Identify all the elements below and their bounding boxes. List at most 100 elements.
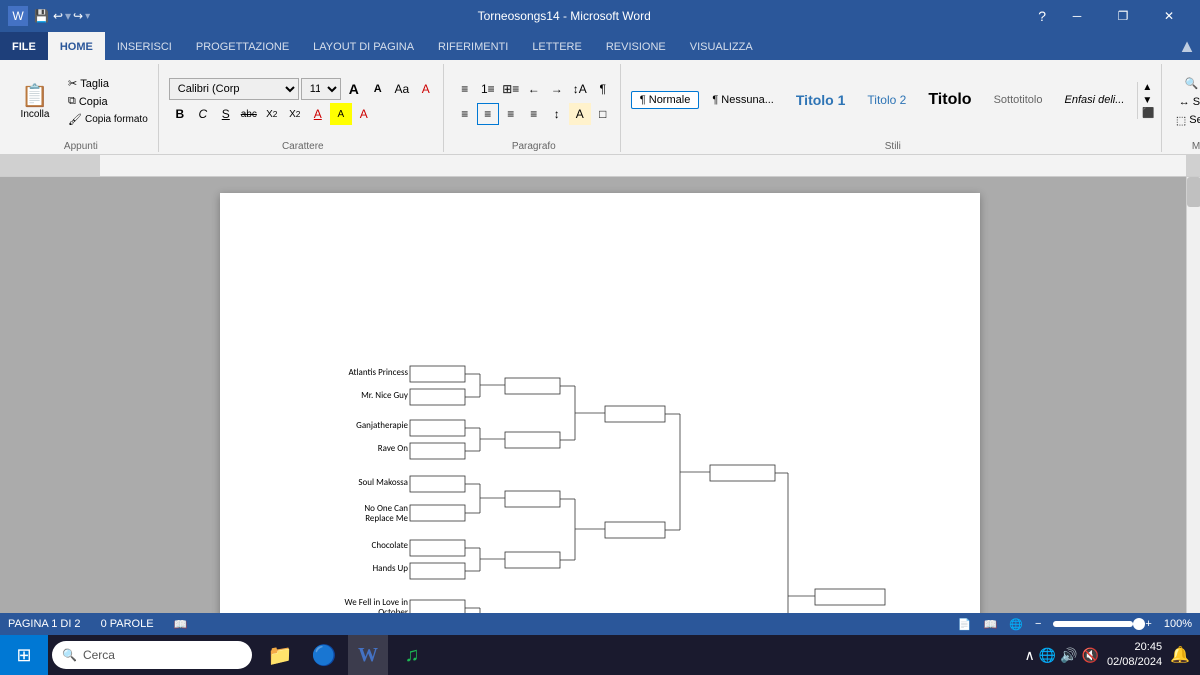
borders-button[interactable]: □ — [592, 103, 614, 125]
taskbar: ⊞ 🔍 Cerca 📁 🔵 W ♫ ∧ 🌐 🔊 🔇 20:45 02/08/20… — [0, 635, 1200, 675]
ruler — [0, 155, 1200, 177]
font-grow-button[interactable]: A — [343, 78, 365, 100]
r2-box-2 — [505, 432, 560, 448]
word-window: W 💾 ↩ ▾ ↪ ▾ Torneosongs14 - Microsoft Wo… — [0, 0, 1200, 635]
tab-lettere[interactable]: LETTERE — [520, 32, 594, 62]
taskbar-clock[interactable]: 20:45 02/08/2024 — [1107, 640, 1162, 671]
r1-box-3a — [410, 476, 465, 492]
tab-file[interactable]: FILE — [0, 32, 48, 62]
undo-dropdown-icon[interactable]: ▾ — [65, 9, 71, 23]
redo-icon[interactable]: ↪ — [73, 9, 83, 23]
justify-button[interactable]: ≡ — [523, 103, 545, 125]
language-icon: 📖 — [174, 618, 188, 631]
scrollbar-thumb[interactable] — [1187, 177, 1200, 207]
word-count: 0 PAROLE — [101, 618, 154, 630]
clear-format-button[interactable]: A — [415, 78, 437, 100]
web-view-icon[interactable]: 🌐 — [1009, 618, 1023, 631]
minimize-button[interactable]: ─ — [1054, 0, 1100, 32]
chevron-up-icon[interactable]: ∧ — [1024, 647, 1034, 664]
network-icon[interactable]: 🌐 — [1039, 647, 1056, 664]
style-normal[interactable]: ¶ Normale — [631, 91, 700, 109]
bullets-button[interactable]: ≡ — [454, 78, 476, 100]
tab-home[interactable]: HOME — [48, 32, 105, 62]
replace-button[interactable]: ↔ Sostituisci — [1175, 94, 1200, 110]
find-button[interactable]: 🔍 Trova ▾ — [1181, 75, 1200, 92]
volume-icon[interactable]: 🔊 — [1060, 647, 1077, 664]
close-button[interactable]: ✕ — [1146, 0, 1192, 32]
print-layout-icon[interactable]: 📄 — [958, 618, 972, 631]
styles-up-button[interactable]: ▲ — [1142, 82, 1154, 93]
multilevel-button[interactable]: ⊞≡ — [500, 78, 522, 100]
entry-1: Atlantis Princess — [349, 367, 409, 378]
format-painter-label: Copia formato — [85, 114, 148, 125]
tab-inserisci[interactable]: INSERISCI — [105, 32, 184, 62]
underline-button[interactable]: S — [215, 103, 237, 125]
help-icon[interactable]: ? — [1038, 8, 1046, 24]
paste-button[interactable]: 📋 Incolla — [10, 69, 60, 134]
superscript-button[interactable]: X2 — [284, 103, 306, 125]
italic-button[interactable]: C — [192, 103, 214, 125]
document-page: Atlantis Princess Mr. Nice Guy Ganjather… — [220, 193, 980, 613]
taskbar-word-icon[interactable]: W — [348, 635, 388, 675]
taskbar-chrome-icon[interactable]: 🔵 — [304, 635, 344, 675]
tab-visualizza[interactable]: VISUALIZZA — [678, 32, 765, 62]
tab-revisione[interactable]: REVISIONE — [594, 32, 678, 62]
sort-button[interactable]: ↕A — [569, 78, 591, 100]
style-emphasis[interactable]: Enfasi deli... — [1055, 91, 1133, 109]
cut-button[interactable]: ✂ Taglia — [64, 75, 152, 92]
font-name-select[interactable]: Calibri (Corp — [169, 78, 299, 100]
change-case-button[interactable]: Aa — [391, 78, 413, 100]
subscript-button[interactable]: X2 — [261, 103, 283, 125]
font-color2-button[interactable]: A — [353, 103, 375, 125]
taskbar-spotify-icon[interactable]: ♫ — [392, 635, 432, 675]
line-spacing-button[interactable]: ↕ — [546, 103, 568, 125]
zoom-out-button[interactable]: − — [1035, 618, 1041, 630]
style-no-spacing[interactable]: ¶ Nessuna... — [703, 91, 783, 109]
select-button[interactable]: ⬚ Seleziona ▾ — [1172, 112, 1200, 129]
save-icon[interactable]: 💾 — [34, 9, 49, 23]
style-h2[interactable]: Titolo 2 — [858, 90, 915, 110]
word-icon: W — [8, 6, 28, 26]
align-right-button[interactable]: ≡ — [500, 103, 522, 125]
styles-more-button[interactable]: ⬛ — [1142, 108, 1154, 119]
decrease-indent-button[interactable]: ← — [523, 78, 545, 100]
font-shrink-button[interactable]: A — [367, 78, 389, 100]
font-size-select[interactable]: 11 — [301, 78, 341, 100]
read-mode-icon[interactable]: 📖 — [984, 618, 998, 631]
copy-button[interactable]: ⧉ Copia — [64, 93, 152, 110]
style-title[interactable]: Titolo — [919, 88, 980, 112]
r1-box-4a — [410, 540, 465, 556]
font-group: Calibri (Corp 11 A A Aa A B C S — [163, 64, 444, 152]
tab-riferimenti[interactable]: RIFERIMENTI — [426, 32, 520, 62]
shading-button[interactable]: A — [569, 103, 591, 125]
zoom-slider[interactable] — [1053, 621, 1133, 627]
taskbar-search[interactable]: 🔍 Cerca — [52, 641, 252, 669]
styles-down-button[interactable]: ▼ — [1142, 95, 1154, 106]
notifications-icon[interactable]: 🔔 — [1170, 645, 1190, 665]
undo-icon[interactable]: ↩ — [53, 9, 63, 23]
r1-box-1b — [410, 389, 465, 405]
zoom-handle[interactable] — [1133, 618, 1145, 630]
increase-indent-button[interactable]: → — [546, 78, 568, 100]
style-subtitle[interactable]: Sottotitolo — [985, 91, 1052, 109]
align-left-button[interactable]: ≡ — [454, 103, 476, 125]
font-color-button[interactable]: A — [307, 103, 329, 125]
style-h1[interactable]: Titolo 1 — [787, 89, 855, 111]
align-center-button[interactable]: ≡ — [477, 103, 499, 125]
strikethrough-button[interactable]: abc — [238, 103, 260, 125]
restore-button[interactable]: ❐ — [1100, 0, 1146, 32]
bold-button[interactable]: B — [169, 103, 191, 125]
show-formatting-button[interactable]: ¶ — [592, 78, 614, 100]
ribbon-collapse-icon[interactable]: ▲ — [1178, 36, 1196, 57]
speaker-icon[interactable]: 🔇 — [1082, 647, 1099, 664]
taskbar-explorer-icon[interactable]: 📁 — [260, 635, 300, 675]
scrollbar-v[interactable] — [1186, 177, 1200, 613]
start-button[interactable]: ⊞ — [0, 635, 48, 675]
numbering-button[interactable]: 1≡ — [477, 78, 499, 100]
highlight-button[interactable]: A — [330, 103, 352, 125]
clipboard-group: 📋 Incolla ✂ Taglia ⧉ Copia 🖌 — [4, 64, 159, 152]
tab-layout[interactable]: LAYOUT DI PAGINA — [301, 32, 426, 62]
zoom-in-button[interactable]: + — [1145, 618, 1151, 630]
format-painter-button[interactable]: 🖌 Copia formato — [64, 111, 152, 128]
tab-progettazione[interactable]: PROGETTAZIONE — [184, 32, 301, 62]
